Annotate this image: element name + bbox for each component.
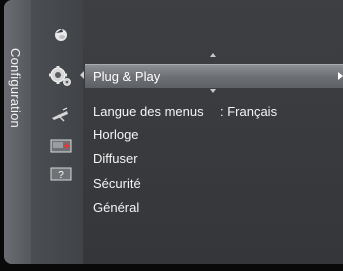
menu-item-plug-and-play[interactable]: Plug & Play — [85, 64, 343, 88]
channel-antenna-icon[interactable] — [49, 106, 71, 124]
scroll-down-arrow-icon[interactable] — [210, 89, 216, 93]
help-icon-label: ? — [58, 170, 64, 181]
menu-item-security[interactable]: Sécurité — [93, 176, 141, 191]
tv-osd-screen: Configuration ? Plug & Play Langue des m… — [0, 0, 343, 271]
category-label: Configuration — [8, 48, 23, 128]
setup-gear-icon[interactable] — [48, 65, 72, 87]
scroll-up-arrow-icon[interactable] — [210, 53, 216, 57]
enter-arrow-icon — [338, 72, 343, 80]
menu-item-clock[interactable]: Horloge — [93, 127, 139, 142]
menu-item-general[interactable]: Général — [93, 200, 139, 215]
input-icon[interactable] — [50, 138, 74, 154]
menu-language-value: : Français — [220, 104, 278, 119]
selection-pointer-icon — [80, 71, 84, 79]
help-icon[interactable]: ? — [50, 167, 72, 181]
menu-item-broadcast[interactable]: Diffuser — [93, 151, 138, 166]
picture-icon[interactable] — [50, 26, 72, 44]
menu-item-menu-language[interactable]: Langue des menus — [93, 104, 204, 119]
category-tab: Configuration — [4, 0, 31, 264]
menu-item-label: Plug & Play — [93, 69, 161, 84]
